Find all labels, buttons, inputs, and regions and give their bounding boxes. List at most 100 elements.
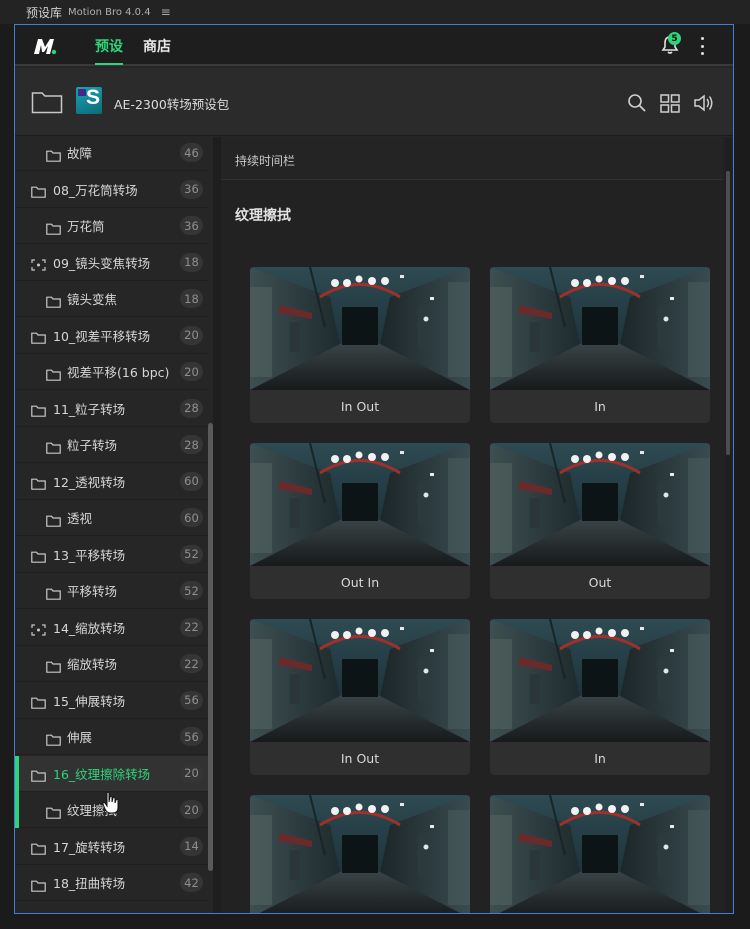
sidebar-item-label: 08_万花筒转场: [53, 182, 138, 198]
sidebar-subcategory[interactable]: 视差平移(16 bpc) 20: [15, 354, 208, 390]
duration-bar[interactable]: 持续时间栏: [221, 137, 723, 180]
motion-bro-logo[interactable]: [32, 36, 58, 56]
panel-divider[interactable]: [213, 137, 221, 913]
sidebar-subcategory[interactable]: 故障 46: [15, 137, 208, 171]
sidebar-category[interactable]: 13_平移转场 52: [15, 537, 208, 573]
folder-icon: [46, 512, 61, 527]
folder-icon: [31, 840, 46, 855]
folder-icon: [46, 658, 61, 673]
folder-icon: [31, 767, 46, 782]
sidebar-item-label: 18_扭曲转场: [53, 876, 126, 891]
item-count-badge: 60: [180, 471, 203, 491]
preset-card[interactable]: Out In: [250, 795, 470, 913]
sidebar-category[interactable]: 17_旋转转场 14: [15, 829, 208, 865]
item-count-badge: 46: [180, 143, 203, 162]
browse-folder-icon[interactable]: [31, 90, 63, 114]
folder-icon: [31, 694, 46, 709]
sidebar-category[interactable]: 14_缩放转场 22: [15, 610, 208, 646]
preset-preview-thumbnail: [490, 267, 710, 390]
top-navigation: 预设 商店 5: [15, 25, 733, 66]
sidebar-item-label: 伸展: [67, 730, 93, 745]
sidebar-subcategory[interactable]: 平移转场 52: [15, 573, 208, 609]
volume-icon[interactable]: [693, 92, 715, 114]
preset-label: Out In: [340, 575, 380, 590]
sidebar-item-label: 故障: [67, 146, 93, 161]
sidebar-category[interactable]: 09_镜头变焦转场 18: [15, 245, 208, 281]
more-options-icon[interactable]: [699, 37, 705, 55]
folder-icon: [46, 220, 61, 235]
folder-icon: [31, 548, 46, 563]
panel-menu-icon[interactable]: ≡: [161, 5, 171, 19]
grid-view-icon[interactable]: [659, 92, 681, 114]
preset-label: Out: [588, 575, 612, 590]
window-titlebar: 预设库 Motion Bro 4.0.4 ≡: [0, 0, 750, 24]
duration-bar-label: 持续时间栏: [235, 154, 296, 168]
sidebar-subcategory[interactable]: 镜头变焦 18: [15, 281, 208, 317]
item-count-badge: 28: [180, 398, 203, 418]
folder-icon: [46, 731, 61, 746]
item-count-badge: 22: [180, 654, 203, 673]
item-count-badge: 56: [180, 690, 203, 710]
sidebar-subcategory[interactable]: 粒子转场 28: [15, 427, 208, 463]
pack-title: AE-2300转场预设包: [114, 97, 230, 112]
folder-icon: [46, 585, 61, 600]
preset-preview-thumbnail: [250, 267, 470, 390]
sidebar-item-label: 14_缩放转场: [53, 620, 126, 636]
preset-card[interactable]: In: [490, 267, 710, 423]
item-count-badge: 28: [180, 435, 203, 454]
preset-label: In: [594, 751, 606, 766]
preset-label: In Out: [340, 751, 380, 766]
item-count-badge: 22: [180, 617, 203, 637]
pack-thumbnail[interactable]: S: [76, 87, 102, 114]
preset-preview-thumbnail: [490, 619, 710, 742]
preset-pack-header: S AE-2300转场预设包: [15, 68, 733, 136]
bottom-strip: [0, 914, 750, 929]
item-count-badge: 36: [180, 179, 203, 199]
sidebar-category[interactable]: 10_视差平移转场 20: [15, 318, 208, 354]
sidebar-item-label: 粒子转场: [67, 438, 118, 453]
preset-card[interactable]: In: [490, 619, 710, 775]
item-count-badge: 52: [180, 581, 203, 600]
motion-bro-panel: 预设 商店 5 S AE-2300转场预设包 18_扭曲转场 42 17_旋转转…: [14, 24, 734, 914]
item-count-badge: 52: [180, 544, 203, 564]
search-icon[interactable]: [626, 92, 648, 114]
content-scrollbar[interactable]: [725, 137, 731, 913]
item-count-badge: 20: [180, 763, 203, 783]
app-version: Motion Bro 4.0.4: [68, 6, 151, 18]
sidebar-subcategory[interactable]: 缩放转场 22: [15, 646, 208, 682]
preset-card[interactable]: In Out: [250, 267, 470, 423]
folder-icon: [31, 329, 46, 344]
sidebar-subcategory[interactable]: 万花筒 36: [15, 208, 208, 244]
folder-icon: [46, 804, 61, 819]
sidebar-category[interactable]: 16_纹理擦除转场 20: [15, 755, 208, 792]
folder-icon: [31, 183, 46, 198]
item-count-badge: 56: [180, 727, 203, 746]
tab-store[interactable]: 商店: [143, 36, 171, 56]
sidebar-category[interactable]: 08_万花筒转场 36: [15, 172, 208, 208]
tab-presets[interactable]: 预设: [95, 36, 123, 65]
item-count-badge: 18: [180, 252, 203, 272]
preset-preview-thumbnail: [250, 619, 470, 742]
sidebar-item-label: 缩放转场: [67, 657, 118, 672]
preset-label: In Out: [340, 399, 380, 414]
focus-icon: [31, 256, 46, 271]
folder-icon: [31, 475, 46, 490]
item-count-badge: 18: [180, 289, 203, 308]
sidebar-item-label: 12_透视转场: [53, 474, 126, 490]
item-count-badge: 60: [180, 508, 203, 527]
preset-card[interactable]: In Out: [250, 619, 470, 775]
preset-preview-thumbnail: [250, 795, 470, 913]
sidebar-category[interactable]: 18_扭曲转场 42: [15, 865, 208, 901]
preset-card[interactable]: Out In: [250, 443, 470, 599]
sidebar-category[interactable]: 15_伸展转场 56: [15, 683, 208, 719]
preset-card[interactable]: Out: [490, 443, 710, 599]
sidebar-subcategory[interactable]: 伸展 56: [15, 719, 208, 755]
sidebar-category[interactable]: 11_粒子转场 28: [15, 391, 208, 427]
preset-card[interactable]: Out: [490, 795, 710, 913]
sidebar-item-label: 13_平移转场: [53, 547, 126, 563]
hand-cursor-icon: [102, 791, 119, 814]
sidebar-category[interactable]: 12_透视转场 60: [15, 464, 208, 500]
folder-icon: [46, 147, 61, 162]
sidebar-subcategory[interactable]: 透视 60: [15, 500, 208, 536]
sidebar-item-label: 视差平移(16 bpc): [67, 365, 170, 380]
